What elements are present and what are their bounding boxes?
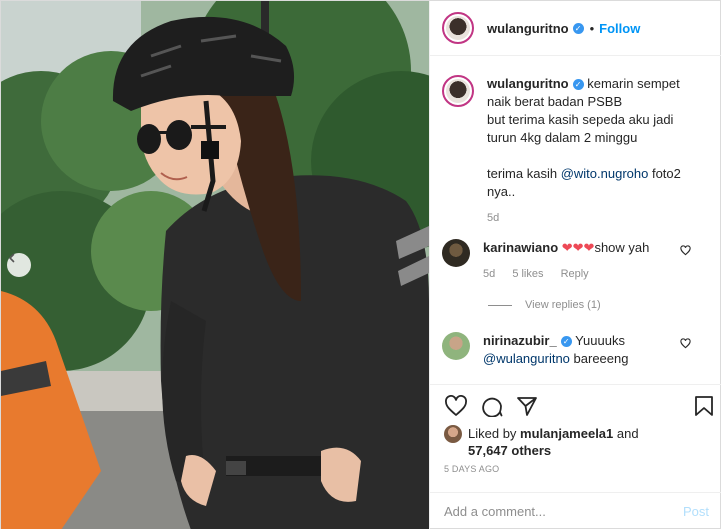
- heart-icon[interactable]: [680, 338, 691, 349]
- reply-button[interactable]: Reply: [561, 268, 589, 280]
- previous-photo-button[interactable]: [7, 253, 31, 277]
- liker-avatar[interactable]: [444, 425, 462, 443]
- comment-body: karinawiano ❤❤❤show yah 5d 5 likes Reply: [483, 239, 711, 283]
- likes-summary: Liked by mulanjameela1 and 57,647 others: [444, 425, 708, 459]
- comment-text: Yuuuuks: [575, 333, 625, 348]
- comment-likes[interactable]: 5 likes: [512, 268, 543, 280]
- likes-text: Liked by mulanjameela1 and 57,647 others: [468, 425, 639, 459]
- view-replies-label[interactable]: View replies (1): [525, 299, 601, 311]
- post-comment-button[interactable]: Post: [683, 504, 709, 519]
- add-comment-bar: Post: [430, 492, 721, 529]
- caption: wulanguritno ✓ kemarin sempet naik berat …: [442, 75, 711, 227]
- photo-illustration: [1, 1, 429, 529]
- comment-icon[interactable]: [480, 395, 504, 417]
- caption-username[interactable]: wulanguritno: [487, 76, 569, 91]
- comment-mention[interactable]: @wulanguritno: [483, 351, 570, 366]
- share-icon[interactable]: [516, 395, 538, 417]
- chevron-left-icon: [8, 253, 15, 263]
- hearts-emoji: ❤❤❤: [561, 240, 595, 255]
- verified-badge-icon: ✓: [560, 336, 572, 347]
- commenter-avatar[interactable]: [442, 332, 470, 360]
- author-username[interactable]: wulanguritno: [487, 21, 569, 36]
- commenter-avatar[interactable]: [442, 239, 470, 267]
- caption-mention[interactable]: @wito.nugroho: [561, 166, 649, 181]
- comment: karinawiano ❤❤❤show yah 5d 5 likes Reply: [442, 239, 711, 283]
- heart-icon[interactable]: [680, 245, 691, 256]
- comment-text: show yah: [594, 240, 650, 255]
- caption-body: wulanguritno ✓ kemarin sempet naik berat …: [487, 75, 711, 227]
- author-avatar[interactable]: [442, 12, 474, 44]
- instagram-post: wulanguritno ✓ • Follow wulanguritno ✓ ke…: [0, 0, 721, 529]
- liked-by-mid: and: [613, 426, 639, 441]
- caption-time[interactable]: 5d: [487, 212, 499, 224]
- heart-icon[interactable]: [444, 395, 468, 417]
- comment-input[interactable]: [444, 504, 683, 519]
- comments-area: wulanguritno ✓ kemarin sempet naik berat …: [430, 57, 721, 383]
- post-side-panel: wulanguritno ✓ • Follow wulanguritno ✓ ke…: [429, 1, 721, 529]
- post-photo[interactable]: [1, 1, 429, 529]
- comment-body: nirinazubir_ ✓ Yuuuuks @wulanguritno bare…: [483, 332, 711, 368]
- view-replies-button[interactable]: View replies (1): [488, 299, 601, 311]
- replies-divider: [488, 304, 512, 306]
- liker-username[interactable]: mulanjameela1: [520, 426, 613, 441]
- comment-username[interactable]: karinawiano: [483, 240, 558, 255]
- post-timestamp[interactable]: 5 DAYS AGO: [444, 464, 499, 474]
- caption-avatar[interactable]: [442, 75, 474, 107]
- likes-count[interactable]: 57,647 others: [468, 443, 551, 458]
- verified-badge-icon: ✓: [572, 79, 584, 90]
- comment-username[interactable]: nirinazubir_: [483, 333, 557, 348]
- separator-dot: •: [589, 20, 595, 36]
- post-header: wulanguritno ✓ • Follow: [430, 1, 721, 56]
- comment-text-tail: bareeeng: [569, 351, 629, 366]
- follow-button[interactable]: Follow: [599, 21, 640, 36]
- bookmark-icon[interactable]: [694, 395, 714, 417]
- caption-meta: 5d: [487, 209, 711, 227]
- comment: nirinazubir_ ✓ Yuuuuks @wulanguritno bare…: [442, 332, 711, 368]
- verified-badge-icon: ✓: [572, 22, 584, 34]
- comment-time[interactable]: 5d: [483, 268, 495, 280]
- comment-meta: 5d 5 likes Reply: [483, 265, 711, 283]
- liked-by-prefix: Liked by: [468, 426, 521, 441]
